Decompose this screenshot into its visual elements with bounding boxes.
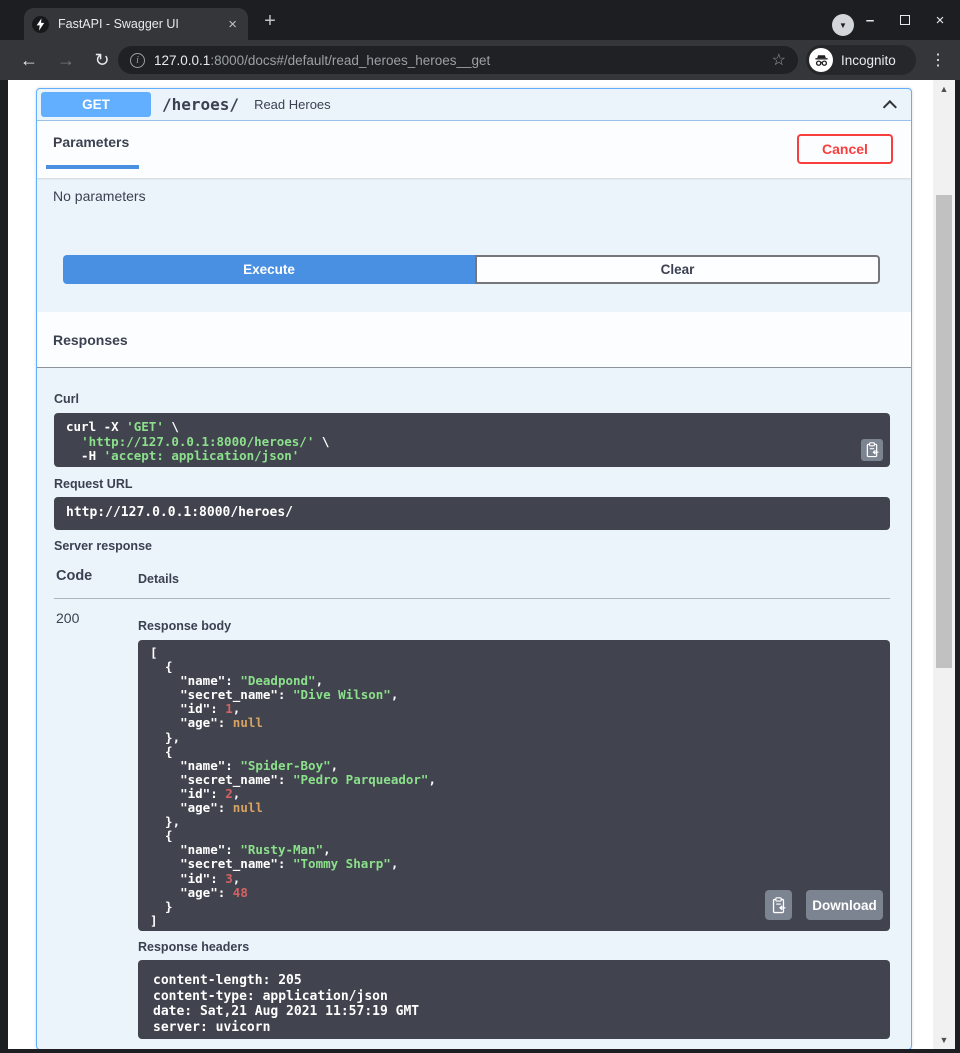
maximize-button[interactable] [897,12,913,28]
operation-summary[interactable]: GET /heroes/ Read Heroes [37,89,911,121]
curl-command-box: curl -X 'GET' \ 'http://127.0.0.1:8000/h… [54,413,890,467]
details-column-header: Details [138,572,179,586]
incognito-badge: Incognito [806,45,916,75]
url-host: 127.0.0.1 [154,53,210,68]
site-info-icon[interactable]: i [130,53,145,68]
incognito-label: Incognito [841,53,896,68]
request-url-label: Request URL [54,477,132,491]
forward-button[interactable]: → [54,48,78,72]
request-url-box: http://127.0.0.1:8000/heroes/ [54,497,890,530]
bookmark-star-icon[interactable]: ☆ [772,50,786,70]
request-url-value: http://127.0.0.1:8000/heroes/ [66,505,878,521]
status-code: 200 [56,610,79,626]
operation-path: /heroes/ [162,95,239,114]
response-body-label: Response body [138,619,231,633]
browser-window: FastAPI - Swagger UI × + ▼ – × ← → ↻ i 1… [0,0,960,1053]
scrollbar-thumb[interactable] [936,195,952,668]
try-it-out-section: No parameters Execute Clear [37,178,911,312]
response-headers-label: Response headers [138,940,249,954]
table-divider [54,598,890,599]
operation-summary-text: Read Heroes [254,97,331,112]
no-parameters-text: No parameters [53,188,146,204]
clipboard-copy-icon [771,897,786,914]
url-text: 127.0.0.1:8000/docs#/default/read_heroes… [154,53,764,68]
clipboard-copy-icon [865,442,879,458]
active-tab-underline [46,165,139,169]
responses-body: Curl curl -X 'GET' \ 'http://127.0.0.1:8… [37,368,911,1049]
parameters-header: Parameters Cancel [37,121,911,178]
incognito-icon [809,48,833,72]
tab-title: FastAPI - Swagger UI [58,17,225,31]
back-button[interactable]: ← [17,48,41,72]
responses-title: Responses [53,332,128,348]
copy-response-button[interactable] [765,890,792,920]
page-content: GET /heroes/ Read Heroes Parameters Canc… [8,80,955,1049]
tab-bar: FastAPI - Swagger UI × + ▼ – × [0,0,960,40]
address-bar[interactable]: i 127.0.0.1:8000/docs#/default/read_hero… [118,46,798,74]
tab-close-icon[interactable]: × [225,17,240,32]
new-tab-button[interactable]: + [258,9,282,33]
fastapi-favicon-icon [32,16,49,33]
server-response-label: Server response [54,539,152,553]
tab-parameters[interactable]: Parameters [53,134,129,150]
window-controls: – × [862,0,954,40]
clear-button[interactable]: Clear [475,255,880,284]
response-headers-box: content-length: 205content-type: applica… [138,960,890,1039]
url-path: :8000/docs#/default/read_heroes_heroes__… [210,53,490,68]
reload-button[interactable]: ↻ [90,48,114,72]
curl-command: curl -X 'GET' \ 'http://127.0.0.1:8000/h… [66,420,860,464]
minimize-button[interactable]: – [862,12,878,28]
maximize-icon [900,15,910,25]
close-window-button[interactable]: × [932,12,948,28]
tab-search-button[interactable]: ▼ [832,14,854,36]
cancel-button[interactable]: Cancel [797,134,893,164]
response-body-json: [ { "name": "Deadpond", "secret_name": "… [150,646,878,928]
method-badge: GET [41,92,151,117]
response-body-box: [ { "name": "Deadpond", "secret_name": "… [138,640,890,931]
responses-header: Responses [37,312,911,368]
download-button[interactable]: Download [806,890,883,920]
copy-curl-button[interactable] [861,439,883,461]
browser-menu-button[interactable]: ⋮ [926,48,950,72]
browser-tab[interactable]: FastAPI - Swagger UI × [24,8,248,40]
caret-down-icon: ▼ [839,21,847,30]
execute-button[interactable]: Execute [63,255,475,284]
opblock-get-heroes: GET /heroes/ Read Heroes Parameters Canc… [36,88,912,1049]
collapse-chevron-icon[interactable] [883,100,897,114]
response-headers-text: content-length: 205content-type: applica… [153,973,878,1035]
scroll-down-arrow-icon[interactable]: ▼ [933,1035,955,1045]
curl-label: Curl [54,392,79,406]
page-scrollbar[interactable]: ▲ ▼ [933,80,955,1049]
code-column-header: Code [56,568,92,584]
scroll-up-arrow-icon[interactable]: ▲ [933,84,955,94]
